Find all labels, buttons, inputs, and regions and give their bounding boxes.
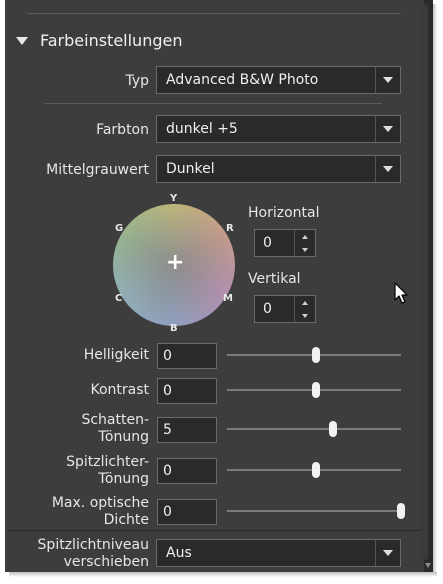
max-optische-dichte-slider-thumb[interactable]	[397, 503, 405, 519]
spitzlichtniveau-select[interactable]: Aus	[156, 539, 401, 567]
farbton-label: Farbton	[96, 122, 149, 138]
horizontal-value[interactable]: 0	[255, 230, 294, 256]
chevron-down-icon	[383, 77, 393, 83]
section-header-farbeinstellungen[interactable]: Farbeinstellungen	[16, 28, 182, 52]
mittelgrauwert-dropdown-button[interactable]	[375, 156, 400, 182]
typ-select[interactable]: Advanced B&W Photo	[156, 66, 401, 94]
chevron-down-icon	[383, 550, 393, 556]
helligkeit-input[interactable]: 0	[157, 343, 217, 369]
spitzlichter-toenung-slider-thumb[interactable]	[312, 462, 320, 478]
schatten-toenung-label: Schatten- Tönung	[81, 412, 149, 445]
section-title: Farbeinstellungen	[40, 30, 183, 50]
wheel-label-r: R	[226, 223, 234, 234]
spitzlichtniveau-value: Aus	[166, 545, 192, 561]
helligkeit-slider-thumb[interactable]	[312, 347, 320, 363]
horizontal-decrement-button[interactable]	[295, 243, 315, 256]
window-shadow-bottom	[9, 572, 437, 577]
schatten-toenung-input[interactable]: 5	[157, 417, 217, 443]
spitzlichter-toenung-label: Spitzlichter- Tönung	[66, 454, 149, 487]
wheel-label-y: Y	[170, 193, 178, 204]
farbton-value: dunkel +5	[166, 121, 238, 137]
vertikal-label: Vertikal	[248, 271, 301, 287]
max-optische-dichte-track[interactable]	[227, 510, 401, 512]
spitzlichtniveau-dropdown-button[interactable]	[375, 540, 400, 566]
wheel-label-g: G	[115, 223, 124, 234]
color-wheel-center-marker[interactable]: +	[166, 250, 184, 276]
vertikal-spinner[interactable]: 0	[254, 295, 316, 323]
horizontal-increment-button[interactable]	[295, 230, 315, 243]
max-optische-dichte-input[interactable]: 0	[157, 499, 217, 525]
scrollbar-thumb[interactable]	[421, 4, 428, 560]
bottom-divider	[9, 530, 421, 531]
collapse-triangle-icon[interactable]	[16, 37, 28, 45]
farbton-dropdown-button[interactable]	[375, 116, 400, 142]
scroll-down-arrow-icon[interactable]	[425, 563, 431, 568]
schatten-toenung-slider-thumb[interactable]	[329, 421, 337, 437]
kontrast-label: Kontrast	[90, 382, 149, 398]
spitzlichter-toenung-input[interactable]: 0	[157, 458, 217, 484]
color-wheel[interactable]: +	[113, 204, 235, 326]
top-divider	[27, 13, 401, 14]
vertikal-value[interactable]: 0	[255, 296, 294, 322]
vertikal-increment-button[interactable]	[295, 296, 315, 309]
chevron-down-icon	[383, 126, 393, 132]
typ-divider	[44, 103, 382, 104]
mittelgrauwert-label: Mittelgrauwert	[46, 162, 149, 178]
vertikal-decrement-button[interactable]	[295, 309, 315, 322]
horizontal-label: Horizontal	[248, 205, 320, 221]
typ-value: Advanced B&W Photo	[166, 72, 319, 88]
horizontal-spinner[interactable]: 0	[254, 229, 316, 257]
typ-dropdown-button[interactable]	[375, 67, 400, 93]
helligkeit-label: Helligkeit	[83, 347, 149, 363]
wheel-label-c: C	[115, 293, 123, 304]
wheel-label-b: B	[170, 323, 178, 334]
scrollbar[interactable]	[421, 0, 433, 572]
schatten-toenung-track[interactable]	[227, 428, 401, 430]
arrow-up-icon	[302, 234, 308, 239]
kontrast-input[interactable]: 0	[157, 378, 217, 404]
spitzlichtniveau-label: Spitzlichtniveau verschieben	[37, 537, 149, 570]
mittelgrauwert-value: Dunkel	[166, 161, 215, 177]
chevron-down-icon	[383, 166, 393, 172]
arrow-up-icon	[302, 300, 308, 305]
farbton-select[interactable]: dunkel +5	[156, 115, 401, 143]
mittelgrauwert-select[interactable]: Dunkel	[156, 155, 401, 183]
arrow-down-icon	[302, 247, 308, 252]
kontrast-slider-thumb[interactable]	[312, 382, 320, 398]
window-shadow-right	[433, 4, 437, 576]
arrow-down-icon	[302, 313, 308, 318]
wheel-label-m: M	[223, 293, 233, 304]
max-optische-dichte-label: Max. optische Dichte	[51, 495, 149, 528]
mouse-pointer-icon	[394, 282, 408, 304]
typ-label: Typ	[125, 73, 149, 89]
